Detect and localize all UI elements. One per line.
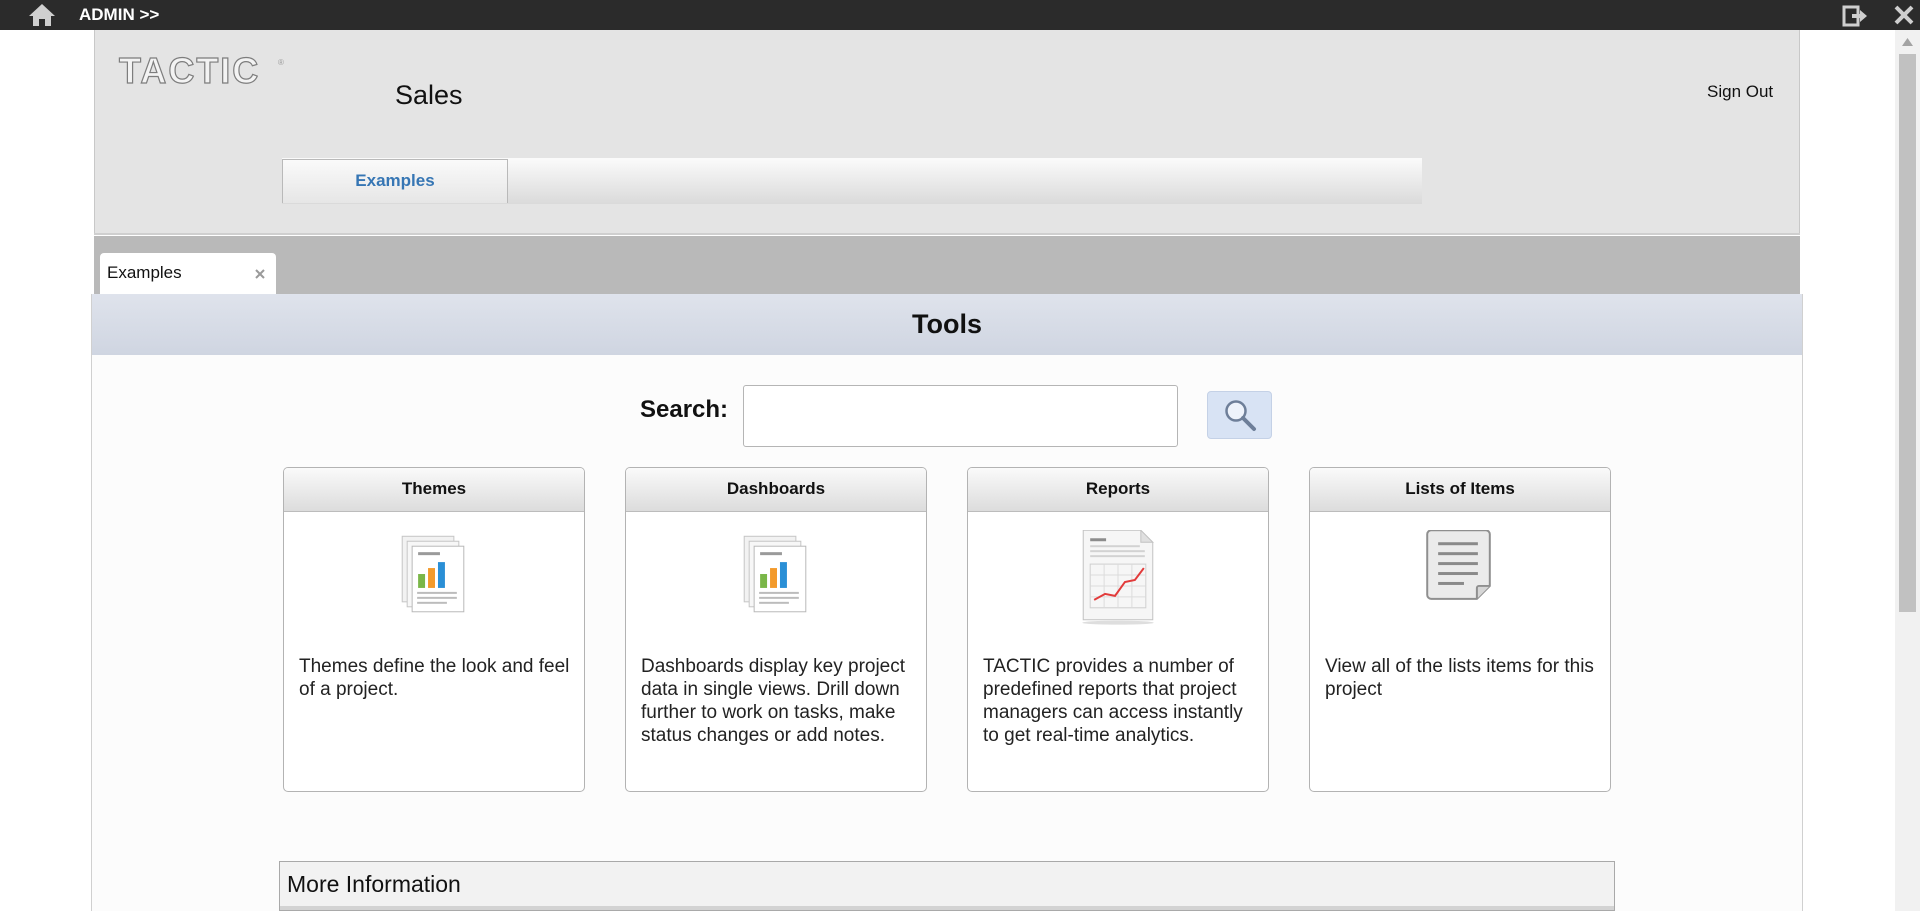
close-tab-icon[interactable] [253, 267, 267, 281]
themes-chart-icon [401, 535, 465, 613]
card-title: Reports [968, 468, 1268, 512]
card-description: Themes define the look and feel of a pro… [299, 656, 570, 700]
tab-examples[interactable]: Examples [282, 159, 508, 203]
card-description: View all of the lists items for this pro… [1325, 656, 1594, 700]
scrollbar-thumb[interactable] [1899, 54, 1916, 612]
scroll-up-arrow-icon[interactable] [1895, 36, 1920, 48]
card-lists-of-items[interactable]: Lists of Items View all of the lists ite… [1309, 467, 1611, 792]
report-document-icon [1082, 530, 1154, 625]
project-title: Sales [395, 80, 463, 110]
card-title: Lists of Items [1310, 468, 1610, 512]
tools-title: Tools [912, 309, 982, 339]
sign-out-link[interactable]: Sign Out [1707, 82, 1773, 102]
tab-examples-page[interactable]: Examples [100, 253, 276, 296]
tactic-logo: TACTIC [118, 49, 261, 91]
page-scrollbar[interactable] [1895, 30, 1920, 911]
search-input[interactable] [743, 385, 1178, 447]
tools-header: Tools [92, 294, 1802, 355]
card-reports[interactable]: Reports TACTIC provides a number of pred… [967, 467, 1269, 792]
section-divider [280, 906, 1614, 910]
search-icon [1225, 400, 1256, 431]
tab-label: Examples [107, 263, 182, 282]
card-dashboards[interactable]: Dashboards Dashboards display key projec… [625, 467, 927, 792]
content-tab-bar [94, 236, 1800, 294]
card-title: Dashboards [626, 468, 926, 512]
list-document-icon [1426, 530, 1491, 600]
card-description: TACTIC provides a number of predefined r… [983, 656, 1243, 746]
more-information-section[interactable]: More Information [279, 861, 1615, 911]
card-description: Dashboards display key project data in s… [641, 656, 906, 746]
close-icon[interactable] [1893, 4, 1915, 26]
card-themes[interactable]: Themes Themes define the look and feel o… [283, 467, 585, 792]
dashboards-chart-icon [743, 535, 807, 613]
home-icon[interactable] [28, 3, 56, 27]
search-button[interactable] [1207, 391, 1272, 439]
logo-registered-mark: ® [278, 58, 284, 67]
header-divider [94, 233, 1800, 235]
top-bar: ADMIN >> [0, 0, 1920, 30]
card-title: Themes [284, 468, 584, 512]
more-information-title: More Information [287, 871, 461, 897]
search-label: Search: [640, 396, 729, 423]
sign-out-icon[interactable] [1842, 5, 1868, 27]
admin-menu-link[interactable]: ADMIN >> [79, 5, 159, 25]
